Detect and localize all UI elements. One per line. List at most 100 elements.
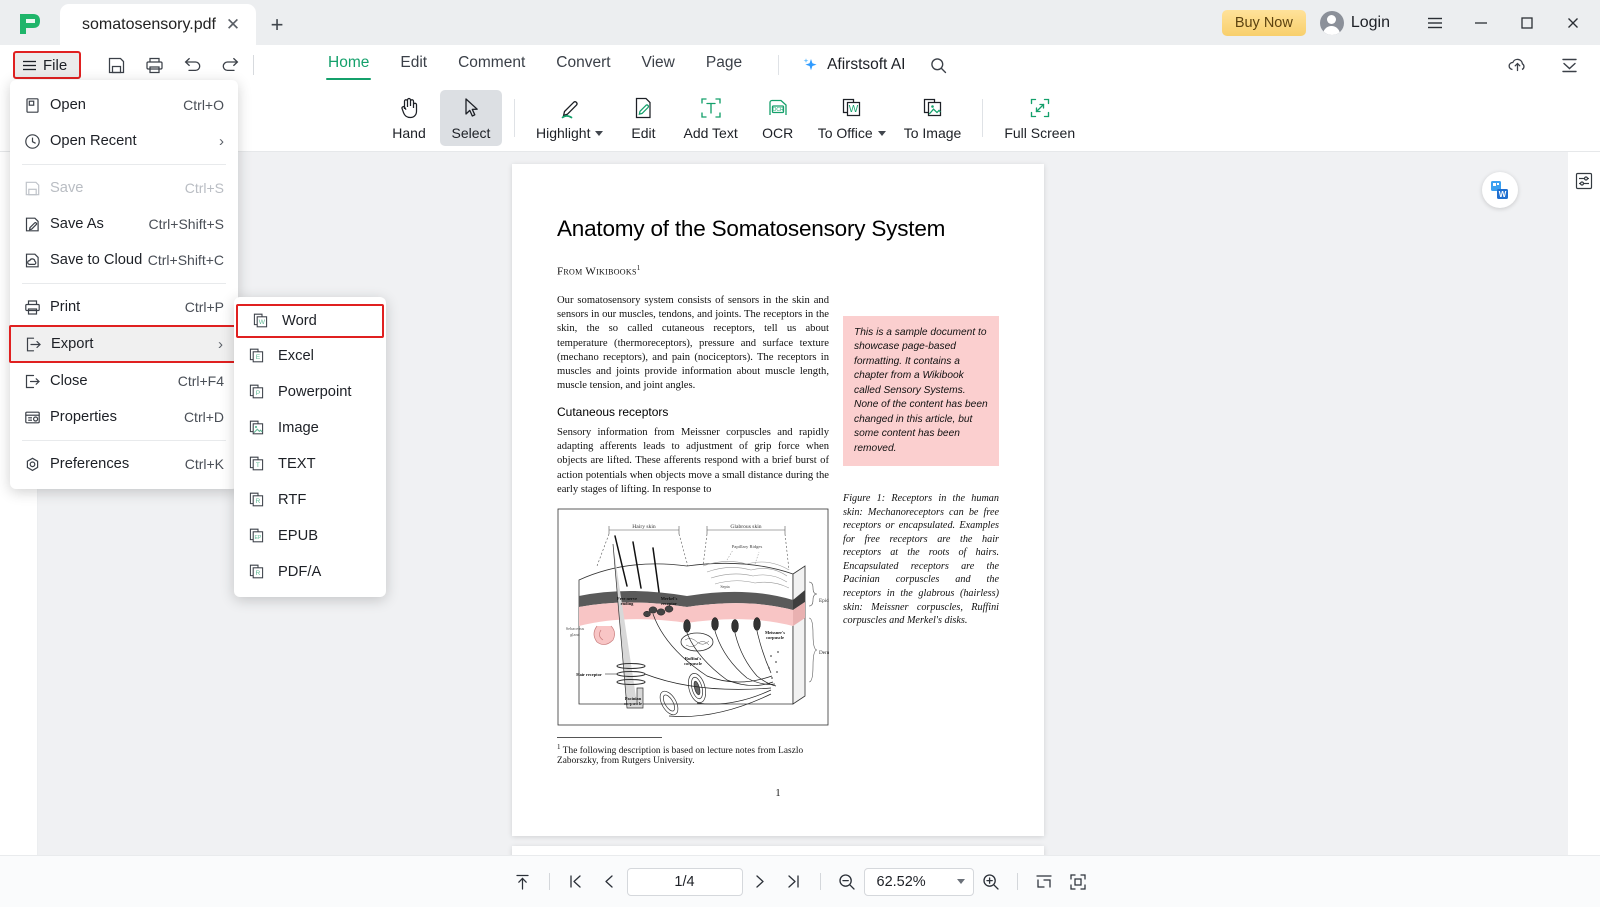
pdfa-file-icon: R	[248, 563, 267, 582]
menu-item-export[interactable]: Export ›	[9, 325, 239, 363]
tool-to-image[interactable]: To Image	[895, 90, 971, 146]
menu-separator	[22, 440, 226, 441]
hamburger-menu-icon[interactable]	[1412, 0, 1458, 45]
left-column: Our somatosensory system consists of sen…	[557, 294, 840, 766]
tool-select[interactable]: Select	[440, 90, 502, 146]
page-number: 1	[775, 788, 781, 800]
maximize-icon[interactable]	[1504, 0, 1550, 45]
tab-home[interactable]: Home	[314, 50, 383, 80]
export-item-rtf[interactable]: R RTF	[234, 482, 386, 518]
redo-icon[interactable]	[215, 51, 245, 79]
menu-separator	[22, 283, 226, 284]
close-icon[interactable]: ✕	[222, 14, 244, 36]
export-item-label: EPUB	[278, 528, 318, 544]
fit-width-icon[interactable]	[1027, 865, 1061, 899]
export-item-excel[interactable]: E Excel	[234, 338, 386, 374]
export-item-powerpoint[interactable]: P Powerpoint	[234, 374, 386, 410]
zoom-level-select[interactable]: 62.52%	[863, 867, 974, 896]
login-button[interactable]: Login	[1319, 10, 1390, 35]
figure-1-caption: Figure 1: Receptors in the human skin: M…	[843, 493, 999, 627]
previous-page-icon[interactable]	[593, 865, 627, 899]
chevron-down-icon[interactable]	[595, 130, 604, 136]
afirstsoft-ai-button[interactable]: Afirstsoft AI	[801, 56, 905, 75]
menu-item-shortcut: Ctrl+O	[183, 97, 224, 113]
document-tab[interactable]: somatosensory.pdf ✕	[60, 4, 256, 45]
print-icon[interactable]	[139, 51, 169, 79]
tool-full-screen[interactable]: Full Screen	[995, 90, 1084, 146]
file-menu-button[interactable]: File	[13, 51, 81, 79]
login-label: Login	[1350, 13, 1390, 31]
svg-text:Hairy skin: Hairy skin	[632, 524, 656, 530]
tool-label: To Image	[903, 125, 962, 141]
tab-view[interactable]: View	[628, 50, 689, 80]
menu-item-label: Open Recent	[50, 133, 137, 149]
chevron-right-icon: ›	[218, 335, 223, 353]
export-item-label: Word	[282, 313, 317, 329]
tool-ocr[interactable]: OCR OCR	[747, 90, 809, 146]
menu-item-shortcut: Ctrl+K	[184, 456, 224, 472]
tool-add-text[interactable]: Add Text	[674, 90, 746, 146]
tool-hand[interactable]: Hand	[378, 90, 440, 146]
menu-item-shortcut: Ctrl+F4	[177, 373, 224, 389]
page-number-input[interactable]: 1/4	[626, 867, 743, 896]
zoom-in-icon[interactable]	[974, 865, 1008, 899]
save-icon[interactable]	[101, 51, 131, 79]
tool-to-office[interactable]: W To Office	[809, 90, 895, 146]
menu-item-open[interactable]: Open Ctrl+O	[10, 87, 238, 123]
open-file-icon	[24, 97, 50, 114]
tool-label: Highlight	[536, 125, 604, 141]
menu-item-save-to-cloud[interactable]: Save to Cloud Ctrl+Shift+C	[10, 242, 238, 278]
tab-comment[interactable]: Comment	[444, 50, 539, 80]
export-item-image[interactable]: Image	[234, 410, 386, 446]
tool-label: Hand	[392, 125, 426, 141]
menu-item-print[interactable]: Print Ctrl+P	[10, 289, 238, 325]
tool-highlight[interactable]: Highlight	[527, 90, 612, 146]
export-item-epub[interactable]: EP EPUB	[234, 518, 386, 554]
chevron-down-icon[interactable]	[956, 879, 965, 884]
export-item-word[interactable]: W Word	[236, 304, 384, 338]
menu-item-open-recent[interactable]: Open Recent ›	[10, 123, 238, 159]
close-door-icon	[24, 373, 50, 390]
chevron-down-icon[interactable]	[877, 130, 886, 136]
window-close-icon[interactable]	[1550, 0, 1596, 45]
collapse-ribbon-icon[interactable]	[1554, 51, 1584, 79]
fit-page-icon[interactable]	[1061, 865, 1095, 899]
undo-icon[interactable]	[177, 51, 207, 79]
export-item-pdfa[interactable]: R PDF/A	[234, 554, 386, 590]
menu-item-shortcut: Ctrl+S	[184, 180, 224, 196]
properties-icon	[24, 409, 50, 426]
tool-edit[interactable]: Edit	[612, 90, 674, 146]
tool-label: To Office	[818, 125, 886, 141]
pdf-page-2	[512, 846, 1044, 855]
search-icon[interactable]	[923, 51, 953, 79]
file-dropdown-menu[interactable]: Open Ctrl+O Open Recent › Save Ctrl+S Sa…	[9, 80, 239, 489]
tab-convert[interactable]: Convert	[542, 50, 624, 80]
next-page-icon[interactable]	[743, 865, 777, 899]
plus-icon[interactable]: +	[256, 4, 298, 45]
export-submenu[interactable]: W Word E Excel P Powerpoint Image T TEXT…	[234, 297, 386, 597]
export-item-label: Image	[278, 420, 319, 436]
minimize-icon[interactable]	[1458, 0, 1504, 45]
svg-text:Glabrous skin: Glabrous skin	[730, 524, 761, 530]
export-item-text[interactable]: T TEXT	[234, 446, 386, 482]
word-convert-badge-icon[interactable]: W	[1482, 172, 1518, 208]
chevron-right-icon: ›	[219, 132, 224, 150]
afirstsoft-leaf-logo	[0, 0, 60, 45]
last-page-icon[interactable]	[777, 865, 811, 899]
menu-item-preferences[interactable]: Preferences Ctrl+K	[10, 446, 238, 482]
menu-item-label: Open	[50, 97, 86, 113]
tab-edit[interactable]: Edit	[386, 50, 441, 80]
cloud-upload-icon[interactable]	[1502, 51, 1532, 79]
footnote-divider	[557, 737, 662, 739]
menu-item-close[interactable]: Close Ctrl+F4	[10, 363, 238, 399]
tab-page[interactable]: Page	[692, 50, 756, 80]
buy-now-button[interactable]: Buy Now	[1221, 9, 1306, 36]
menu-item-save-as[interactable]: Save As Ctrl+Shift+S	[10, 206, 238, 242]
scroll-to-top-icon[interactable]	[506, 865, 540, 899]
page-properties-panel-icon[interactable]	[1571, 168, 1597, 194]
svg-text:R: R	[256, 570, 261, 577]
svg-text:Hair receptor: Hair receptor	[576, 672, 602, 677]
menu-item-properties[interactable]: Properties Ctrl+D	[10, 399, 238, 435]
first-page-icon[interactable]	[559, 865, 593, 899]
zoom-out-icon[interactable]	[830, 865, 864, 899]
